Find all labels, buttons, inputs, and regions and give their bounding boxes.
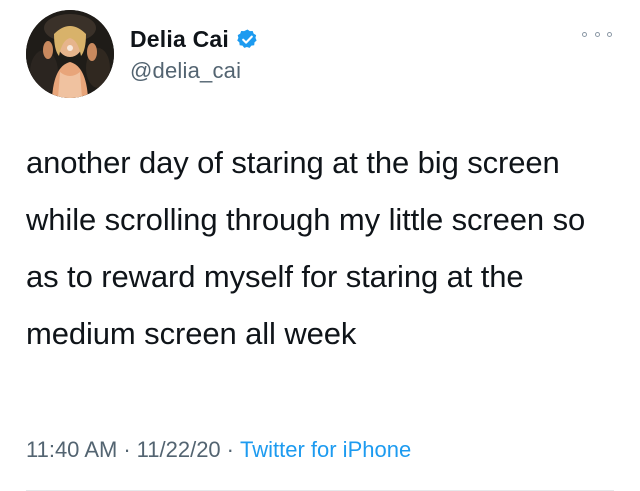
tweet-header: Delia Cai @delia_cai: [26, 10, 620, 100]
display-name[interactable]: Delia Cai: [130, 26, 229, 53]
author-handle[interactable]: @delia_cai: [130, 58, 259, 84]
display-name-row: Delia Cai: [130, 22, 259, 56]
tweet-meta: 11:40 AM · 11/22/20 · Twitter for iPhone: [26, 437, 411, 463]
avatar-photo-icon: [26, 10, 114, 98]
verified-badge-icon: [236, 28, 259, 51]
tweet-time[interactable]: 11:40 AM: [26, 437, 117, 462]
meta-separator: ·: [226, 437, 234, 462]
more-dot: [582, 31, 587, 37]
tweet-card: Delia Cai @delia_cai another day of star…: [0, 0, 640, 491]
more-dot: [607, 31, 612, 37]
tweet-text: another day of staring at the big screen…: [26, 145, 586, 351]
more-options-icon[interactable]: [582, 28, 612, 40]
tweet-date[interactable]: 11/22/20: [137, 437, 221, 462]
meta-separator: ·: [123, 437, 131, 462]
author-block: Delia Cai @delia_cai: [130, 22, 259, 84]
more-dot: [594, 31, 600, 37]
avatar[interactable]: [26, 10, 114, 98]
tweet-source-link[interactable]: Twitter for iPhone: [240, 437, 411, 462]
